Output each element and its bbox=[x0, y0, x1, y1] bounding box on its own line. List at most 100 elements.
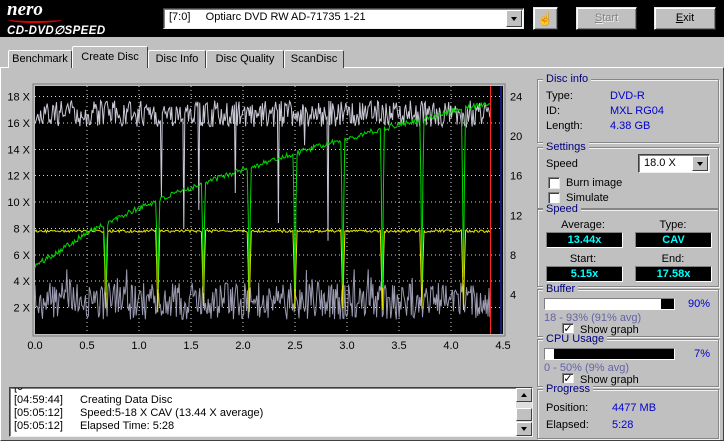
start-button[interactable]: Start bbox=[576, 7, 637, 30]
svg-text:12: 12 bbox=[510, 210, 522, 222]
svg-text:18 X: 18 X bbox=[7, 92, 30, 104]
tab-disc-quality[interactable]: Disc Quality bbox=[206, 50, 284, 68]
svg-text:4 X: 4 X bbox=[13, 276, 30, 288]
svg-text:14 X: 14 X bbox=[7, 144, 30, 156]
nero-cd-dvd-speed-window: nero CD-DVD∅SPEED [7:0] Optiarc DVD RW A… bbox=[0, 0, 724, 441]
cpu-range: 0 - 50% (9% avg) bbox=[544, 362, 629, 374]
svg-text:3.0: 3.0 bbox=[339, 340, 354, 352]
chevron-down-icon bbox=[511, 17, 517, 21]
buffer-range: 18 - 93% (91% avg) bbox=[544, 312, 641, 324]
tab-benchmark[interactable]: Benchmark bbox=[8, 50, 72, 68]
disc-id-label: ID: bbox=[546, 105, 560, 117]
svg-text:4: 4 bbox=[510, 289, 516, 301]
disc-type-value: DVD-R bbox=[610, 90, 645, 102]
disc-length-label: Length: bbox=[546, 120, 583, 132]
tab-create-disc[interactable]: Create Disc bbox=[72, 46, 148, 68]
burn-image-checkbox[interactable] bbox=[548, 177, 560, 189]
svg-text:12 X: 12 X bbox=[7, 171, 30, 183]
start-speed-value: 5.15x bbox=[546, 266, 623, 282]
speed-group: Speed Average: Type: 13.44x CAV Start: E… bbox=[537, 209, 719, 287]
scroll-thumb[interactable] bbox=[516, 408, 532, 421]
svg-text:20: 20 bbox=[510, 131, 522, 143]
arrow-up-icon bbox=[521, 393, 527, 397]
speed-select-value: 18.0 X bbox=[644, 157, 676, 169]
log-entry-text: Elapsed Time: 5:28 bbox=[80, 420, 174, 432]
svg-text:1.0: 1.0 bbox=[131, 340, 146, 352]
arrow-down-icon bbox=[521, 427, 527, 431]
position-label: Position: bbox=[546, 402, 588, 414]
write-speed-graph: 2 X4 X6 X8 X10 X12 X14 X16 X18 X48121620… bbox=[5, 78, 531, 362]
start-button-label: Start bbox=[577, 9, 636, 28]
nero-logo: nero CD-DVD∅SPEED bbox=[7, 1, 162, 36]
log-entry: [05:05:12]Speed:5-18 X CAV (13.44 X aver… bbox=[14, 407, 504, 420]
speed-title: Speed bbox=[543, 203, 581, 215]
log-entry-text: Speed:5-18 X CAV (13.44 X average) bbox=[80, 407, 263, 419]
buffer-title: Buffer bbox=[543, 283, 578, 295]
create-disc-panel: 2 X4 X6 X8 X10 X12 X14 X16 X18 X48121620… bbox=[0, 67, 724, 441]
log-lines: [0 [04:59:44]Creating Data Disc [05:05:1… bbox=[14, 387, 504, 433]
log-entry-time: [0 bbox=[14, 387, 80, 394]
log-entry: [0 bbox=[14, 387, 504, 394]
progress-group: Progress Position: 4477 MB Elapsed: 5:28 bbox=[537, 389, 719, 439]
buffer-meter-fill bbox=[545, 299, 661, 309]
tab-disc-info[interactable]: Disc Info bbox=[148, 50, 206, 68]
disc-info-group: Disc info Type: DVD-R ID: MXL RG04 Lengt… bbox=[537, 79, 719, 143]
start-speed-label: Start: bbox=[538, 253, 628, 265]
disc-id-value: MXL RG04 bbox=[610, 105, 664, 117]
svg-text:4.0: 4.0 bbox=[443, 340, 458, 352]
settings-group: Settings Speed 18.0 X Burn image Simulat… bbox=[537, 147, 719, 209]
buffer-meter bbox=[544, 298, 675, 310]
svg-text:16: 16 bbox=[510, 171, 522, 183]
svg-text:2.5: 2.5 bbox=[287, 340, 302, 352]
log-entry-time: [05:05:12] bbox=[14, 407, 80, 420]
log-entry-time: [04:59:44] bbox=[14, 394, 80, 407]
svg-text:2.0: 2.0 bbox=[235, 340, 250, 352]
svg-text:16 X: 16 X bbox=[7, 118, 30, 130]
svg-text:2 X: 2 X bbox=[13, 303, 30, 315]
end-speed-value: 17.58x bbox=[635, 266, 712, 282]
drive-select-value: [7:0] Optiarc DVD RW AD-71735 1-21 bbox=[169, 11, 366, 23]
stop-button[interactable]: ☝ bbox=[533, 7, 558, 30]
cpu-title: CPU Usage bbox=[543, 333, 607, 345]
log-entry: [04:59:44]Creating Data Disc bbox=[14, 394, 504, 407]
brand-swoosh-icon bbox=[8, 16, 62, 23]
average-speed-value: 13.44x bbox=[546, 232, 623, 248]
burn-image-label: Burn image bbox=[566, 177, 622, 189]
log-scrollbar[interactable] bbox=[516, 388, 532, 436]
log-entry: [05:05:12]Elapsed Time: 5:28 bbox=[14, 420, 504, 433]
progress-title: Progress bbox=[543, 383, 593, 395]
svg-text:8 X: 8 X bbox=[13, 224, 30, 236]
svg-text:3.5: 3.5 bbox=[391, 340, 406, 352]
cpu-group: CPU Usage 7% 0 - 50% (9% avg) ✓ Show gra… bbox=[537, 339, 719, 387]
speed-type-value: CAV bbox=[635, 232, 712, 248]
drive-select[interactable]: [7:0] Optiarc DVD RW AD-71735 1-21 bbox=[163, 8, 524, 29]
scroll-up-button[interactable] bbox=[516, 388, 532, 402]
tab-scandisc[interactable]: ScanDisc bbox=[284, 50, 344, 68]
svg-text:0.5: 0.5 bbox=[79, 340, 94, 352]
svg-text:1.5: 1.5 bbox=[183, 340, 198, 352]
scroll-down-button[interactable] bbox=[516, 422, 532, 436]
svg-text:8: 8 bbox=[510, 250, 516, 262]
svg-text:4.5: 4.5 bbox=[495, 340, 510, 352]
buffer-group: Buffer 90% 18 - 93% (91% avg) ✓ Show gra… bbox=[537, 289, 719, 337]
buffer-percent: 90% bbox=[688, 298, 710, 310]
speed-select-label: Speed bbox=[546, 158, 578, 170]
end-speed-label: End: bbox=[628, 253, 718, 265]
log-entry-text: Creating Data Disc bbox=[80, 394, 172, 406]
cpu-meter bbox=[544, 348, 675, 360]
drive-select-arrow[interactable] bbox=[506, 10, 522, 27]
svg-text:24: 24 bbox=[510, 92, 522, 104]
log-entry-time: [05:05:12] bbox=[14, 420, 80, 433]
exit-button[interactable]: Exit bbox=[654, 7, 716, 30]
disc-type-label: Type: bbox=[546, 90, 573, 102]
svg-text:10 X: 10 X bbox=[7, 197, 30, 209]
elapsed-value: 5:28 bbox=[612, 419, 633, 431]
speed-select[interactable]: 18.0 X bbox=[638, 154, 710, 173]
event-log: [0 [04:59:44]Creating Data Disc [05:05:1… bbox=[9, 387, 533, 437]
hand-icon: ☝ bbox=[534, 9, 557, 28]
exit-button-label: Exit bbox=[655, 9, 715, 28]
speed-select-arrow[interactable] bbox=[692, 156, 708, 171]
type-label: Type: bbox=[628, 219, 718, 231]
position-value: 4477 MB bbox=[612, 402, 656, 414]
disc-info-title: Disc info bbox=[543, 73, 591, 85]
